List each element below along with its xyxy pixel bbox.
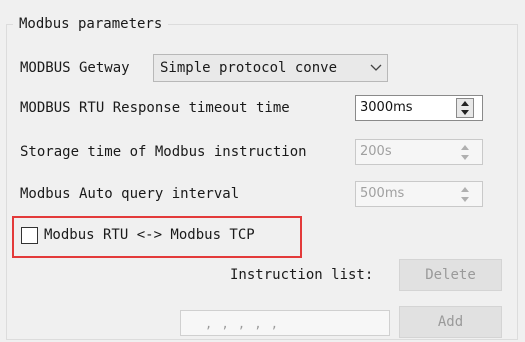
gateway-combobox[interactable]: Simple protocol conve [153,54,388,82]
auto-query-spinbox[interactable]: 500ms [355,181,483,207]
rtu-timeout-value: 3000ms [360,100,413,115]
instruction-list-label: Instruction list: [230,267,374,283]
rtu-timeout-spin-buttons [456,98,474,118]
auto-query-spin-buttons [456,184,474,204]
rtu-timeout-spinbox[interactable]: 3000ms [355,95,483,121]
triangle-up-icon[interactable] [457,99,473,108]
rtu-timeout-label: MODBUS RTU Response timeout time [20,100,290,116]
bridge-checkbox-label[interactable]: Modbus RTU <-> Modbus TCP [44,225,255,245]
auto-query-value: 500ms [360,186,405,201]
storage-time-value: 200s [360,144,392,159]
gateway-selected-value: Simple protocol conve [160,60,338,76]
chevron-down-icon[interactable] [365,55,387,81]
modbus-settings-window: { "group": { "title": "Modbus parameters… [0,0,525,342]
triangle-up-icon[interactable] [456,184,474,194]
gateway-label: MODBUS Getway [20,60,130,76]
triangle-down-icon[interactable] [457,108,473,117]
instruction-list-value: , , , , , [205,317,280,331]
triangle-down-icon[interactable] [456,152,474,162]
triangle-down-icon[interactable] [456,194,474,204]
storage-time-label: Storage time of Modbus instruction [20,144,307,160]
bridge-checkbox[interactable] [21,227,38,244]
group-title: Modbus parameters [13,13,169,35]
add-button[interactable]: Add [399,306,502,338]
delete-button[interactable]: Delete [399,259,502,291]
auto-query-label: Modbus Auto query interval [20,186,240,202]
instruction-list-input[interactable]: , , , , , [180,310,390,336]
storage-time-spin-buttons [456,142,474,162]
triangle-up-icon[interactable] [456,142,474,152]
storage-time-spinbox[interactable]: 200s [355,139,483,165]
